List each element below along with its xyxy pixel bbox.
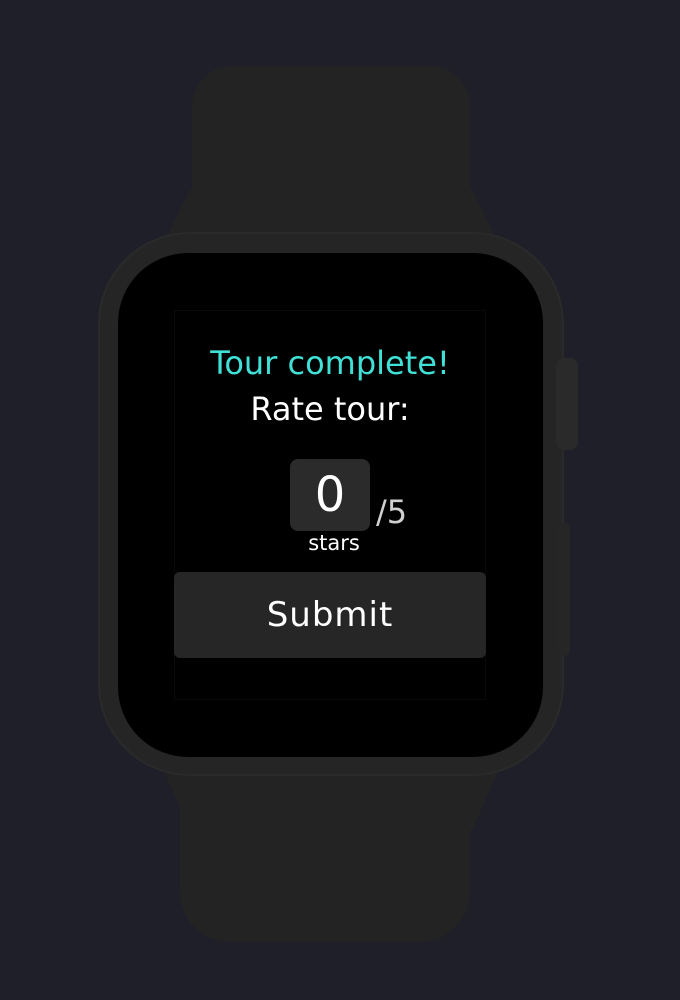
rate-tour-label: Rate tour: xyxy=(250,390,410,428)
star-rating-picker[interactable]: 0 xyxy=(290,459,370,531)
submit-button[interactable]: Submit xyxy=(174,572,486,658)
side-button[interactable] xyxy=(558,522,570,656)
watch-band-bottom xyxy=(180,800,470,942)
rating-unit-label: stars xyxy=(308,531,360,555)
watch-mockup: Tour complete! Rate tour: 0 /5 stars Sub… xyxy=(0,0,680,1000)
digital-crown[interactable] xyxy=(556,358,578,450)
tour-complete-title: Tour complete! xyxy=(210,344,450,382)
rating-max-label: /5 xyxy=(376,493,408,531)
